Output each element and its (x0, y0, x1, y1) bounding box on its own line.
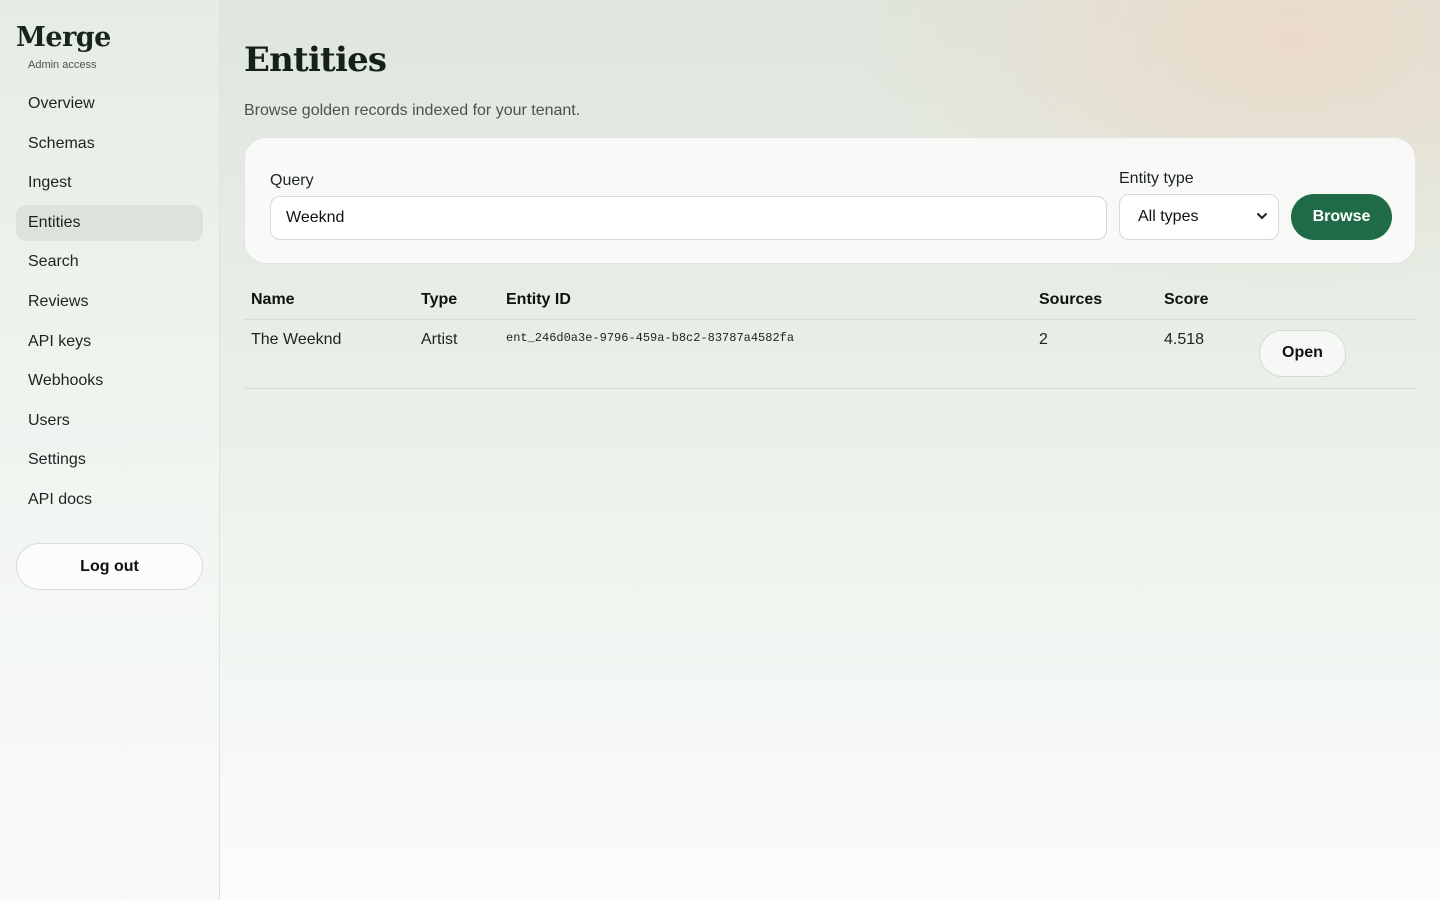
entities-table: Name Type Entity ID Sources Score The We… (244, 282, 1416, 389)
column-header-sources[interactable]: Sources (1032, 282, 1157, 320)
entity-type-label: Entity type (1119, 170, 1194, 187)
cell-type: Artist (414, 319, 499, 389)
column-header-actions (1252, 282, 1416, 320)
sidebar-item-api-keys[interactable]: API keys (16, 324, 203, 360)
cell-actions: Open (1252, 319, 1416, 389)
page-title: Entities (244, 40, 387, 80)
column-header-type[interactable]: Type (414, 282, 499, 320)
sidebar-nav: Overview Schemas Ingest Entities Search … (16, 86, 203, 522)
cell-sources: 2 (1032, 319, 1157, 389)
sidebar-item-schemas[interactable]: Schemas (16, 126, 203, 162)
browse-button[interactable]: Browse (1291, 194, 1392, 240)
column-header-entity-id[interactable]: Entity ID (499, 282, 1032, 320)
sidebar-item-settings[interactable]: Settings (16, 442, 203, 478)
query-input[interactable] (270, 196, 1107, 240)
sidebar-item-overview[interactable]: Overview (16, 86, 203, 122)
filter-card: Query Entity type All types Browse (244, 137, 1416, 264)
cell-entity-id: ent_246d0a3e-9796-459a-b8c2-83787a4582fa (499, 319, 1032, 389)
cell-name: The Weeknd (244, 319, 414, 389)
page-subtitle: Browse golden records indexed for your t… (244, 102, 581, 119)
sidebar-item-ingest[interactable]: Ingest (16, 165, 203, 201)
sidebar-item-entities[interactable]: Entities (16, 204, 203, 241)
access-level-label: Admin access (28, 59, 97, 71)
table-row: The Weeknd Artist ent_246d0a3e-9796-459a… (244, 319, 1416, 389)
entity-type-value: All types (1138, 208, 1199, 225)
sidebar-item-api-docs[interactable]: API docs (16, 482, 203, 518)
logout-button[interactable]: Log out (16, 543, 203, 590)
sidebar-item-reviews[interactable]: Reviews (16, 284, 203, 320)
sidebar-item-search[interactable]: Search (16, 244, 203, 280)
entity-type-select[interactable]: All types (1119, 194, 1279, 240)
column-header-name[interactable]: Name (244, 282, 414, 320)
sidebar: Merge Admin access Overview Schemas Inge… (0, 0, 220, 900)
sidebar-item-users[interactable]: Users (16, 403, 203, 439)
column-header-score[interactable]: Score (1157, 282, 1252, 320)
brand-logo[interactable]: Merge (16, 22, 111, 53)
chevron-down-icon (1256, 208, 1268, 229)
table-header-row: Name Type Entity ID Sources Score (244, 282, 1416, 320)
sidebar-item-webhooks[interactable]: Webhooks (16, 363, 203, 399)
open-entity-button[interactable]: Open (1259, 329, 1346, 377)
query-label: Query (270, 172, 314, 189)
cell-score: 4.518 (1157, 319, 1252, 389)
